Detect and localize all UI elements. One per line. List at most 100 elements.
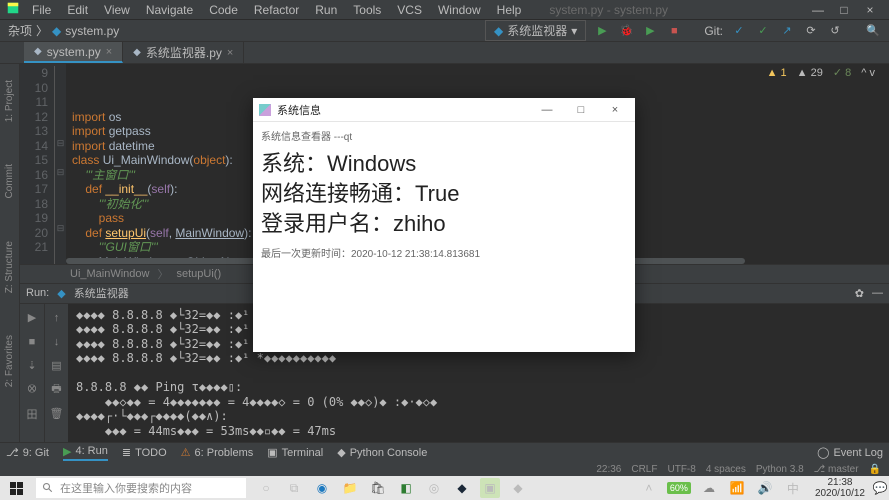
interpreter[interactable]: Python 3.8 [756,464,804,475]
layout-icon[interactable]: 田 [24,406,40,422]
clock-time: 21:38 [815,477,865,488]
dialog-title-text: 系统信息 [277,102,321,118]
cortana-icon[interactable]: ○ [256,478,276,498]
git-update-button[interactable]: ✓ [731,23,747,39]
menu-window[interactable]: Window [430,1,489,19]
git-push-button[interactable]: ↗ [779,23,795,39]
git-branch[interactable]: ⎇ master [814,464,859,475]
inspection-badges[interactable]: ▲ 1 ▲ 29 ✓ 8 ^ v [767,66,875,81]
explorer-icon[interactable]: 📁 [340,478,360,498]
network-icon[interactable]: 📶 [727,478,747,498]
toolwin-git[interactable]: ⎇9: Git [6,446,49,459]
toolwin-pyconsole[interactable]: ◆Python Console [337,446,427,459]
crumb-class[interactable]: Ui_MainWindow [70,268,149,280]
breadcrumb[interactable]: 杂项 〉 ◆ system.py [8,22,119,39]
debug-button[interactable]: 🐞 [618,23,634,39]
trash-icon[interactable]: 🗑 [49,406,65,422]
toolwin-commit[interactable]: Commit [4,158,15,204]
ok-icon: ✓ [833,67,842,79]
toolwin-project[interactable]: 1: Project [4,74,15,128]
soft-wrap-icon[interactable]: ▤ [49,358,65,374]
tab-system-py[interactable]: ◆ system.py × [24,42,123,63]
taskbar-search[interactable]: 在这里输入你要搜索的内容 [36,478,246,498]
exit-icon[interactable]: ⭙ [24,382,40,398]
app-icon-1[interactable]: ◧ [396,478,416,498]
warning-icon: ▲ [767,67,778,79]
tab-monitor-py[interactable]: ◆ 系统监视器.py × [123,42,244,63]
os-label: 系统： [261,151,327,176]
stop-button[interactable]: ■ [666,23,682,39]
down-icon[interactable]: ↓ [49,334,65,350]
python-window-icon[interactable]: ◆ [508,478,528,498]
pycharm-icon[interactable]: ▣ [480,478,500,498]
ime-icon[interactable]: 中 [783,478,803,498]
menu-run[interactable]: Run [307,1,345,19]
window-close-button[interactable]: × [857,1,883,19]
tray-expand-icon[interactable]: ˄ [639,478,659,498]
python-file-icon: ◆ [133,47,141,58]
print-icon[interactable]: 🖶 [49,382,65,398]
window-maximize-button[interactable]: □ [831,1,857,19]
search-everywhere-button[interactable]: 🔍 [865,23,881,39]
toolwin-run[interactable]: ▶4: Run [63,445,108,461]
menu-navigate[interactable]: Navigate [138,1,201,19]
git-commit-button[interactable]: ✓ [755,23,771,39]
toolwin-structure[interactable]: Z: Structure [4,235,15,299]
task-view-icon[interactable]: ⧉ [284,478,304,498]
run-with-coverage-button[interactable]: ▶ [642,23,658,39]
run-config-dropdown[interactable]: ◆ 系统监视器 ▾ [485,20,586,41]
window-minimize-button[interactable]: — [805,1,831,19]
menu-tools[interactable]: Tools [345,1,389,19]
line-number-gutter: 9101112131415161718192021 [20,64,54,264]
rerun-button[interactable]: ▶ [24,310,40,326]
battery-icon[interactable]: 60% [667,482,691,494]
gear-icon[interactable]: ✿ [855,287,864,300]
menu-vc 2020[interactable]: VCS [389,1,430,19]
search-placeholder: 在这里输入你要搜索的内容 [60,480,192,496]
line-separator[interactable]: CRLF [631,464,657,475]
store-icon[interactable]: 🛍 [368,478,388,498]
balloon-icon: ◯ [817,446,829,459]
readonly-lock-icon[interactable]: 🔒 [869,464,881,475]
menu-code[interactable]: Code [201,1,246,19]
nav-inspection-icon[interactable]: ^ v [861,66,875,81]
git-history-button[interactable]: ⟳ [803,23,819,39]
dialog-minimize-button[interactable]: — [533,104,561,116]
close-tab-icon[interactable]: × [227,47,233,59]
dialog-titlebar[interactable]: 系统信息 — □ × [253,98,635,122]
toolwin-eventlog[interactable]: ◯Event Log [817,446,883,459]
close-tab-icon[interactable]: × [106,46,112,58]
run-button[interactable]: ▶ [594,23,610,39]
indent-setting[interactable]: 4 spaces [706,464,746,475]
dialog-maximize-button[interactable]: □ [567,104,595,116]
menu-refactor[interactable]: Refactor [246,1,307,19]
caret-position[interactable]: 22:36 [596,464,621,475]
toolwin-todo[interactable]: ≣TODO [122,446,167,459]
toolwin-problems[interactable]: ⚠6: Problems [181,446,254,459]
up-icon[interactable]: ↑ [49,310,65,326]
crumb-method[interactable]: setupUi() [176,268,221,280]
fold-gutter[interactable]: ⊟⊟⊟ [54,64,66,264]
start-button[interactable] [0,482,32,495]
taskbar-clock[interactable]: 21:38 2020/10/12 [809,477,871,499]
notifications-icon[interactable]: 💬 [871,481,889,495]
file-encoding[interactable]: UTF-8 [667,464,695,475]
dialog-close-button[interactable]: × [601,104,629,116]
volume-icon[interactable]: 🔊 [755,478,775,498]
git-icon: ⎇ [6,446,19,459]
toolwin-terminal[interactable]: ▣Terminal [267,446,323,459]
toolwin-favorites[interactable]: 2: Favorites [4,329,15,393]
user-label: 登录用户名： [261,211,393,236]
chrome-icon[interactable]: ◎ [424,478,444,498]
hide-button[interactable]: — [872,287,883,299]
edge-icon[interactable]: ◉ [312,478,332,498]
menu-edit[interactable]: Edit [59,1,96,19]
menu-file[interactable]: File [24,1,59,19]
pause-icon[interactable]: ⇣ [24,358,40,374]
stop-run-button[interactable]: ■ [24,334,40,350]
menu-view[interactable]: View [96,1,138,19]
onedrive-icon[interactable]: ☁ [699,478,719,498]
git-rollback-button[interactable]: ↺ [827,23,843,39]
steam-icon[interactable]: ◆ [452,478,472,498]
menu-help[interactable]: Help [489,1,530,19]
